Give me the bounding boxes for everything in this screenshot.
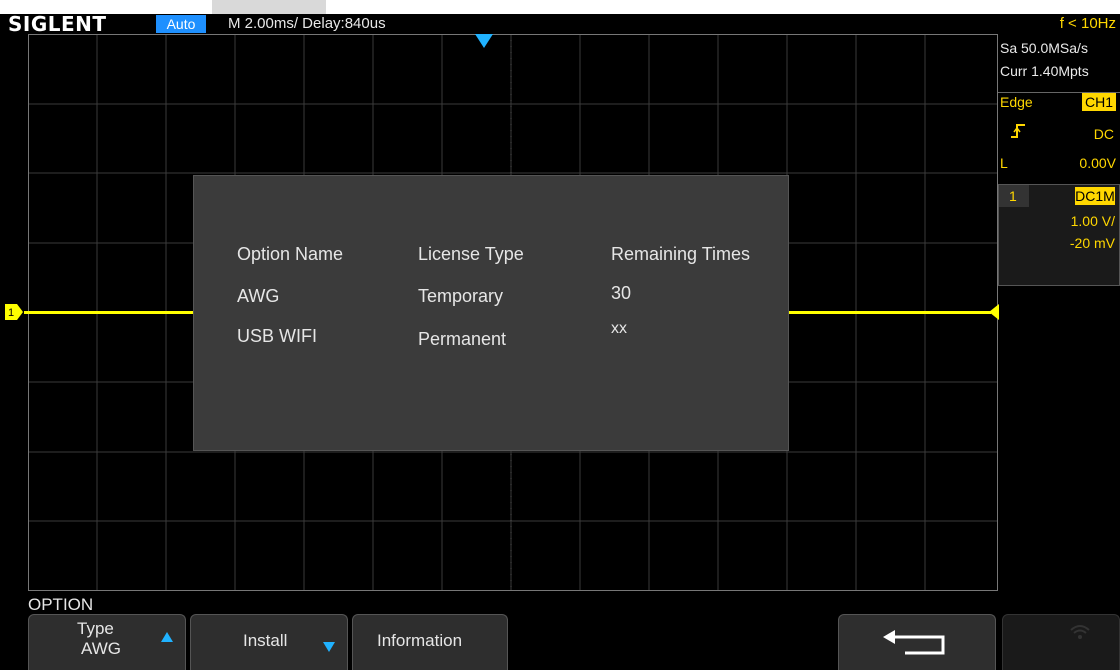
softkey-type-value: AWG <box>81 639 121 658</box>
softkey-wifi[interactable] <box>1002 614 1120 670</box>
return-icon <box>881 629 951 662</box>
option-info-dialog: Option Name License Type Remaining Times… <box>193 175 789 451</box>
channel1-info-box[interactable]: 1 DC1M 1.00 V/ -20 mV <box>998 184 1120 286</box>
trigger-source-badge: CH1 <box>1082 93 1116 111</box>
row-license-type: Permanent <box>418 329 507 349</box>
row-license-type: Temporary <box>418 286 504 306</box>
softkey-information-label: Information <box>377 631 463 650</box>
timebase-readout: M 2.00ms/ Delay:840us <box>228 15 386 32</box>
status-bar: SIGLENT Auto M 2.00ms/ Delay:840us f < 1… <box>0 12 1120 36</box>
caption-highlight <box>212 0 326 14</box>
channel-offset: -20 mV <box>1069 235 1115 251</box>
ch1-trace-left <box>24 311 194 314</box>
ch1-offset-marker[interactable]: 1 <box>4 303 24 321</box>
trigger-level-marker[interactable] <box>988 303 1000 321</box>
channel-scale: 1.00 V/ <box>1070 213 1115 229</box>
channel-coupling-badge: DC1M <box>1075 187 1115 205</box>
rising-edge-icon <box>1010 123 1026 144</box>
header-license-type: License Type <box>418 244 524 264</box>
wifi-icon <box>1069 623 1091 646</box>
header-option-name: Option Name <box>237 244 344 264</box>
softkey-type-label: Type <box>77 619 114 638</box>
softkey-information[interactable]: Information <box>352 614 508 670</box>
sample-rate: Sa 50.0MSa/s <box>1000 40 1088 56</box>
trigger-type: Edge <box>1000 94 1033 110</box>
frequency-readout: f < 10Hz <box>1059 15 1116 32</box>
ch1-marker-label: 1 <box>8 307 14 319</box>
row-remaining-times: 30 <box>611 283 632 303</box>
trigger-coupling: DC <box>1093 126 1114 142</box>
caption-strip <box>0 0 1120 14</box>
row-option-name: USB WIFI <box>237 326 317 346</box>
trigger-mode-badge: Auto <box>156 15 206 33</box>
channel-number: 1 <box>1009 188 1017 204</box>
memory-depth: Curr 1.40Mpts <box>1000 63 1089 79</box>
header-remaining-times: Remaining Times <box>611 244 751 264</box>
arrow-up-icon <box>161 629 173 645</box>
softkey-return[interactable] <box>838 614 996 670</box>
menu-title: OPTION <box>28 595 94 614</box>
ch1-trace-right <box>789 311 991 314</box>
arrow-down-icon <box>323 639 335 655</box>
trigger-position-marker[interactable] <box>475 34 493 48</box>
row-remaining-times: xx <box>611 320 627 337</box>
softkey-install-label: Install <box>243 631 288 650</box>
brand-logo: SIGLENT <box>8 12 107 36</box>
trigger-level-prefix: L <box>1000 155 1008 171</box>
trigger-level-value: 0.00V <box>1079 155 1116 171</box>
row-option-name: AWG <box>237 286 280 306</box>
softkey-type[interactable]: Type AWG <box>28 614 186 670</box>
softkey-install[interactable]: Install <box>190 614 348 670</box>
